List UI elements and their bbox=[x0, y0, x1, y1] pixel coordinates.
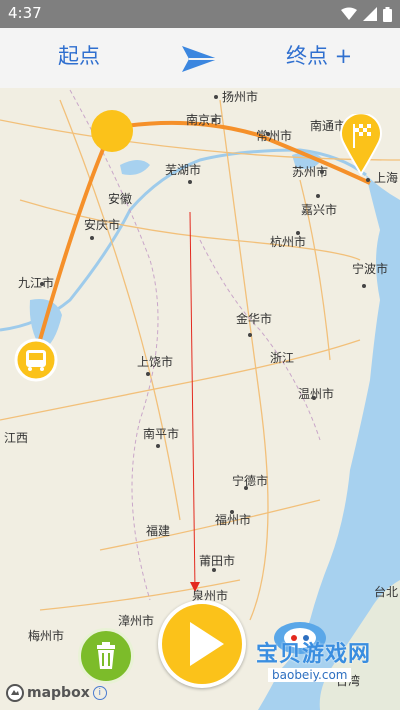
label-ningbo: 宁波市 bbox=[352, 261, 388, 276]
mapbox-wordmark: mapbox bbox=[27, 685, 90, 701]
label-changzhou: 常州市 bbox=[256, 128, 292, 143]
label-putian: 莆田市 bbox=[199, 553, 235, 568]
mapbox-logo-icon bbox=[6, 684, 24, 702]
label-wuhu: 芜湖市 bbox=[165, 162, 201, 177]
watermark-text: 宝贝游戏网 bbox=[256, 642, 372, 667]
label-wenzhou: 温州市 bbox=[298, 386, 334, 401]
wifi-icon bbox=[341, 7, 357, 20]
signal-icon bbox=[363, 7, 377, 21]
site-watermark: 宝贝游戏网 baobeiy.com bbox=[256, 618, 396, 692]
label-anhui: 安徽 bbox=[108, 191, 132, 206]
send-arrow-icon bbox=[182, 46, 218, 72]
label-zhejiang: 浙江 bbox=[270, 351, 294, 365]
label-fujian: 福建 bbox=[146, 523, 170, 538]
label-anqing: 安庆市 bbox=[84, 217, 120, 232]
play-route-button[interactable] bbox=[158, 600, 246, 688]
label-fuzhou: 福州市 bbox=[215, 512, 251, 527]
battery-icon bbox=[383, 6, 392, 22]
label-jinhua: 金华市 bbox=[236, 311, 272, 326]
delete-route-button[interactable] bbox=[78, 628, 134, 684]
label-shangrao: 上饶市 bbox=[137, 354, 173, 369]
checkered-flag-icon[interactable] bbox=[339, 114, 383, 176]
label-hangzhou: 杭州市 bbox=[270, 234, 306, 249]
label-nanjing: 南京市 bbox=[186, 112, 222, 127]
label-nanping: 南平市 bbox=[143, 426, 179, 441]
map-attribution: mapbox i bbox=[6, 684, 107, 702]
trash-icon bbox=[97, 642, 115, 669]
status-bar: 4:37 bbox=[0, 0, 400, 28]
status-icons bbox=[341, 6, 392, 22]
status-time: 4:37 bbox=[8, 4, 42, 22]
label-taipei: 台北 bbox=[374, 584, 398, 599]
route-toolbar: 起点 终点 + bbox=[0, 28, 400, 88]
bus-icon[interactable] bbox=[14, 338, 58, 382]
label-jiangxi: 江西 bbox=[4, 431, 28, 445]
end-point-button[interactable]: 终点 + bbox=[286, 40, 352, 70]
label-ningde: 宁德市 bbox=[232, 473, 268, 488]
start-point-button[interactable]: 起点 bbox=[58, 40, 100, 70]
label-jiujiang: 九江市 bbox=[18, 275, 54, 290]
play-icon bbox=[190, 622, 224, 666]
attribution-info-button[interactable]: i bbox=[92, 686, 107, 700]
start-marker[interactable] bbox=[89, 108, 135, 154]
watermark-url: baobeiy.com bbox=[268, 668, 352, 682]
label-meizhou: 梅州市 bbox=[28, 628, 64, 643]
label-yangzhou: 扬州市 bbox=[222, 89, 258, 104]
label-jiaxing: 嘉兴市 bbox=[301, 202, 337, 217]
label-zhangzhou: 漳州市 bbox=[118, 613, 154, 628]
